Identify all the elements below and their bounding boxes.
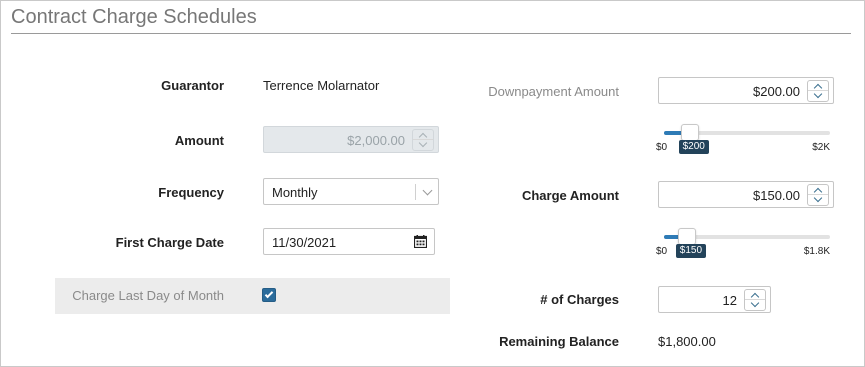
chevron-down-icon bbox=[813, 193, 823, 203]
select-divider bbox=[415, 184, 416, 200]
frequency-label: Frequency bbox=[158, 185, 224, 200]
checkmark-icon bbox=[264, 289, 274, 299]
amount-decrement-button bbox=[413, 138, 433, 150]
contract-charge-schedules-panel: Contract Charge Schedules Guarantor Terr… bbox=[0, 0, 865, 367]
downpayment-decrement-button[interactable] bbox=[808, 89, 828, 101]
slider-min-label: $0 bbox=[656, 246, 668, 257]
downpayment-amount-label: Downpayment Amount bbox=[488, 84, 619, 99]
number-of-charges-stepper[interactable] bbox=[744, 289, 766, 311]
chevron-down-icon bbox=[750, 298, 760, 308]
slider-value-bubble: $200 bbox=[678, 140, 709, 154]
frequency-select[interactable]: Monthly bbox=[263, 178, 439, 205]
calendar-icon[interactable] bbox=[414, 235, 427, 248]
first-charge-date-input[interactable]: 11/30/2021 bbox=[263, 228, 435, 255]
number-of-charges-value: 12 bbox=[722, 293, 737, 308]
first-charge-date-value: 11/30/2021 bbox=[272, 235, 337, 250]
title-divider bbox=[11, 33, 851, 34]
charge-amount-value: $150.00 bbox=[753, 188, 800, 203]
charge-amount-field[interactable]: $150.00 bbox=[658, 181, 834, 208]
charge-last-day-label: Charge Last Day of Month bbox=[72, 288, 224, 303]
downpayment-amount-value: $200.00 bbox=[753, 84, 800, 99]
amount-value: $2,000.00 bbox=[347, 133, 405, 148]
remaining-balance-value: $1,800.00 bbox=[658, 334, 716, 349]
number-of-charges-decrement-button[interactable] bbox=[745, 298, 765, 310]
slider-handle[interactable] bbox=[677, 228, 696, 245]
guarantor-value: Terrence Molarnator bbox=[263, 78, 380, 93]
amount-stepper bbox=[412, 129, 434, 151]
chevron-down-icon[interactable] bbox=[422, 185, 433, 196]
number-of-charges-field[interactable]: 12 bbox=[658, 286, 771, 313]
chevron-down-icon bbox=[813, 89, 823, 99]
slider-min-label: $0 bbox=[656, 142, 668, 153]
chevron-down-icon bbox=[418, 138, 428, 148]
charge-amount-label: Charge Amount bbox=[521, 188, 619, 203]
remaining-balance-label: Remaining Balance bbox=[499, 334, 619, 349]
charge-amount-slider[interactable]: $0 $150 $1.8K bbox=[656, 228, 830, 258]
amount-label: Amount bbox=[174, 133, 224, 148]
slider-max-label: $2K bbox=[812, 142, 830, 153]
downpayment-amount-field[interactable]: $200.00 bbox=[658, 77, 834, 104]
slider-handle[interactable] bbox=[680, 124, 699, 141]
downpayment-slider[interactable]: $0 $200 $2K bbox=[656, 124, 830, 154]
first-charge-date-label: First Charge Date bbox=[115, 235, 224, 250]
slider-max-label: $1.8K bbox=[803, 246, 830, 257]
charge-last-day-checkbox[interactable] bbox=[262, 288, 276, 302]
charge-amount-stepper[interactable] bbox=[807, 184, 829, 206]
guarantor-label: Guarantor bbox=[161, 78, 224, 93]
amount-field: $2,000.00 bbox=[263, 126, 439, 153]
number-of-charges-label: # of Charges bbox=[540, 292, 619, 307]
downpayment-stepper[interactable] bbox=[807, 80, 829, 102]
charge-amount-decrement-button[interactable] bbox=[808, 193, 828, 205]
frequency-selected-value: Monthly bbox=[272, 185, 318, 200]
page-title: Contract Charge Schedules bbox=[11, 6, 257, 28]
slider-value-bubble: $150 bbox=[675, 244, 707, 258]
